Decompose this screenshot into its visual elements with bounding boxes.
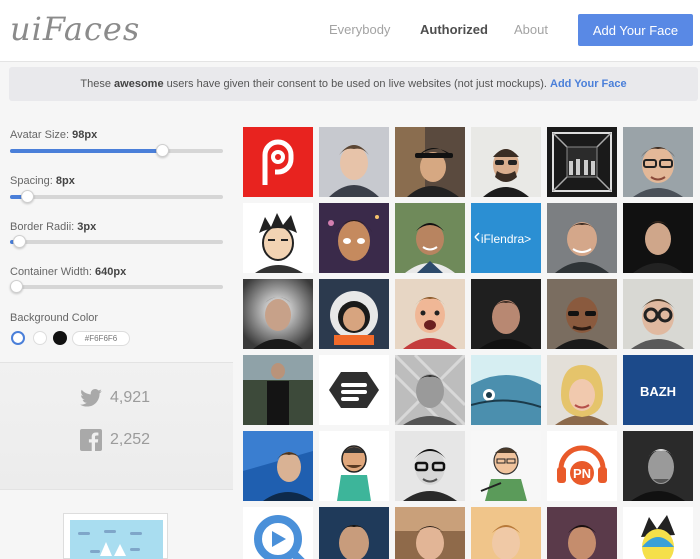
social-counts: 4,921 2,252 [0, 362, 233, 490]
avatar-tile[interactable] [471, 127, 541, 197]
facebook-count: 2,252 [110, 431, 151, 449]
avatar-tile[interactable] [547, 507, 617, 559]
avatar-tile[interactable] [319, 127, 389, 197]
spacing-slider[interactable] [10, 190, 223, 203]
avatar-tile[interactable] [547, 127, 617, 197]
nav-everybody[interactable]: Everybody [329, 22, 390, 37]
avatar-size-knob[interactable] [156, 144, 169, 157]
nav-authorized[interactable]: Authorized [420, 22, 488, 37]
twitter-share[interactable]: 4,921 [80, 389, 150, 407]
notice-prefix: These [80, 78, 115, 90]
avatar-tile[interactable] [547, 203, 617, 273]
container-width-slider[interactable] [10, 280, 223, 293]
avatar-tile[interactable] [547, 355, 617, 425]
iflendra-logo-text: iFlendra> [481, 232, 531, 246]
avatar-tile[interactable] [319, 355, 389, 425]
avatar-size-title: Avatar Size: [10, 129, 70, 141]
notice-add-face-link[interactable]: Add Your Face [550, 78, 627, 90]
avatar-tile[interactable] [243, 431, 313, 501]
nav-about[interactable]: About [514, 22, 548, 37]
container-width-value: 640px [95, 266, 127, 278]
svg-text:PN: PN [573, 466, 591, 481]
avatar-tile[interactable]: iFlendra> [471, 203, 541, 273]
avatar-tile[interactable] [243, 355, 313, 425]
facebook-share[interactable]: 2,252 [80, 429, 150, 451]
spacing-label: Spacing: 8px [10, 175, 75, 187]
avatar-tile[interactable] [623, 127, 693, 197]
app-header: uiFaces Everybody Authorized About Add Y… [0, 0, 700, 62]
logo[interactable]: uiFaces [10, 10, 140, 48]
avatar-tile[interactable] [319, 431, 389, 501]
avatar-tile[interactable] [547, 279, 617, 349]
border-radii-title: Border Radii: [10, 221, 75, 233]
border-radii-value: 3px [77, 221, 97, 233]
avatar-tile[interactable] [395, 507, 465, 559]
avatar-tile[interactable] [243, 507, 313, 559]
swatch-white[interactable] [33, 331, 47, 345]
background-color-input[interactable]: #F6F6F6 [72, 331, 130, 346]
avatar-tile[interactable] [395, 431, 465, 501]
avatar-tile[interactable]: BAZH [623, 355, 693, 425]
avatar-tile[interactable] [395, 203, 465, 273]
add-your-face-button[interactable]: Add Your Face [578, 14, 693, 46]
avatar-size-label: Avatar Size: 98px [10, 129, 97, 141]
avatar-tile[interactable]: PN [547, 431, 617, 501]
twitter-icon [80, 389, 102, 407]
background-color-label: Background Color [10, 312, 99, 324]
container-width-label: Container Width: 640px [10, 266, 126, 278]
bazh-logo-text: BAZH [640, 384, 676, 399]
avatar-tile[interactable] [623, 507, 693, 559]
consent-notice: These awesome users have given their con… [9, 67, 698, 101]
avatar-tile[interactable] [395, 355, 465, 425]
avatar-tile[interactable] [623, 279, 693, 349]
spacing-title: Spacing: [10, 175, 53, 187]
avatar-tile[interactable] [471, 279, 541, 349]
avatar-size-value: 98px [72, 129, 98, 141]
avatar-tile[interactable] [243, 203, 313, 273]
avatar-tile[interactable] [395, 279, 465, 349]
notice-bold: awesome [114, 78, 164, 90]
avatar-tile[interactable] [623, 203, 693, 273]
preview-thumbnail[interactable] [63, 513, 168, 559]
avatar-tile[interactable] [319, 203, 389, 273]
twitter-count: 4,921 [110, 389, 151, 407]
avatar-tile[interactable] [471, 431, 541, 501]
avatar-tile[interactable] [623, 431, 693, 501]
container-width-title: Container Width: [10, 266, 92, 278]
avatar-tile[interactable] [395, 127, 465, 197]
preview-image [70, 520, 163, 559]
spacing-value: 8px [55, 175, 75, 187]
notice-middle: users have given their consent to be use… [163, 78, 550, 90]
border-radii-knob[interactable] [13, 235, 26, 248]
border-radii-slider[interactable] [10, 235, 223, 248]
avatar-tile[interactable] [243, 279, 313, 349]
avatar-size-fill [10, 149, 161, 153]
avatar-size-slider[interactable] [10, 144, 223, 157]
swatch-black[interactable] [53, 331, 67, 345]
avatar-tile[interactable] [471, 355, 541, 425]
avatar-tile[interactable] [243, 127, 313, 197]
avatar-tile[interactable] [471, 507, 541, 559]
spacing-knob[interactable] [21, 190, 34, 203]
swatch-white-selected[interactable] [11, 331, 25, 345]
border-radii-label: Border Radii: 3px [10, 221, 96, 233]
container-width-knob[interactable] [10, 280, 23, 293]
facebook-icon [80, 429, 102, 451]
avatar-tile[interactable] [319, 279, 389, 349]
avatar-tile[interactable] [319, 507, 389, 559]
